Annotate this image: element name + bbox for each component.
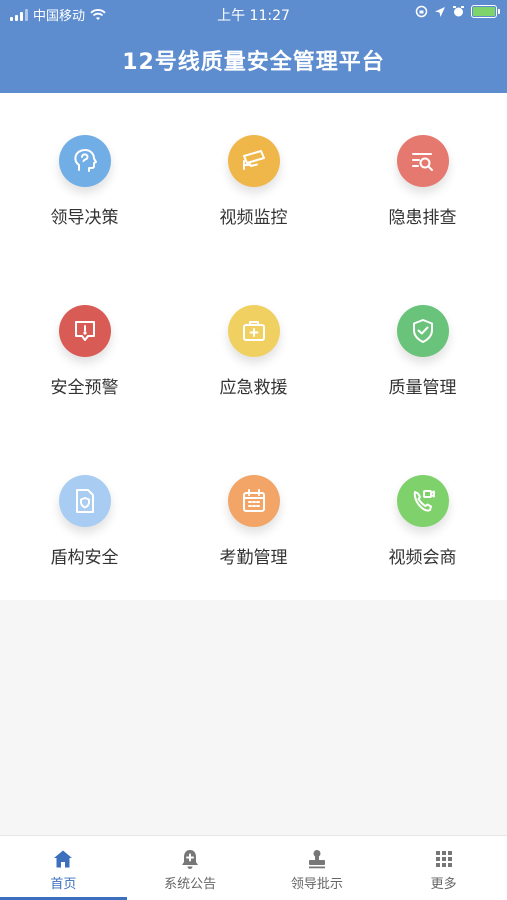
- home-icon: [54, 850, 73, 868]
- tile-hazard-inspection[interactable]: 隐患排查: [338, 93, 507, 263]
- function-grid: 领导决策 视频监控 隐患排查 安全预警 应急救援 质量管理 盾构安全 考勤管理 …: [0, 93, 507, 600]
- tile-shield-tunneling-safety[interactable]: 盾构安全: [0, 433, 169, 603]
- tile-icon-circle: [58, 305, 111, 357]
- status-right: [415, 5, 500, 18]
- stamp-icon: [308, 850, 325, 869]
- tile-video-monitoring[interactable]: 视频监控: [169, 93, 338, 263]
- tile-icon-circle: [58, 475, 111, 527]
- tile-label: 安全预警: [50, 378, 119, 398]
- video-phone-icon: [413, 490, 435, 512]
- tab-label: 领导批示: [290, 877, 343, 892]
- first-aid-kit-icon: [242, 321, 265, 341]
- tab-label: 首页: [50, 877, 77, 892]
- tile-label: 质量管理: [388, 378, 457, 398]
- status-bar: 中国移动 上午 11:27: [0, 0, 507, 28]
- location-icon: [435, 6, 445, 17]
- tile-label: 视频会商: [388, 548, 457, 568]
- alarm-icon: [453, 6, 464, 17]
- tab-system-notice[interactable]: 系统公告: [127, 836, 254, 900]
- search-list-icon: [411, 153, 433, 171]
- tile-quality-management[interactable]: 质量管理: [338, 263, 507, 433]
- tile-icon-circle: [58, 135, 111, 187]
- tile-label: 领导决策: [50, 208, 119, 228]
- tile-icon-circle: [396, 305, 449, 357]
- rotation-lock-icon: [415, 5, 428, 18]
- tile-emergency-rescue[interactable]: 应急救援: [169, 263, 338, 433]
- tile-video-consultation[interactable]: 视频会商: [338, 433, 507, 603]
- tile-safety-warning[interactable]: 安全预警: [0, 263, 169, 433]
- tile-attendance-management[interactable]: 考勤管理: [169, 433, 338, 603]
- tile-icon-circle: [396, 135, 449, 187]
- tile-icon-circle: [227, 135, 280, 187]
- tab-label: 系统公告: [164, 877, 217, 892]
- header-bar: 中国移动 上午 11:27 12号线质量安全管理平台: [0, 0, 507, 93]
- tab-home[interactable]: 首页: [0, 836, 127, 900]
- bottom-tab-bar: 首页 系统公告 领导批示 更多: [0, 835, 507, 900]
- cctv-camera-icon: [242, 150, 265, 170]
- tile-label: 考勤管理: [219, 548, 288, 568]
- tile-icon-circle: [227, 475, 280, 527]
- page-title: 12号线质量安全管理平台: [122, 50, 385, 75]
- head-brain-icon: [73, 149, 97, 172]
- tab-label: 更多: [430, 877, 457, 892]
- tab-leadership-instructions[interactable]: 领导批示: [254, 836, 381, 900]
- notice-bell-icon: [182, 850, 199, 869]
- tile-leadership-decision[interactable]: 领导决策: [0, 93, 169, 263]
- tile-label: 盾构安全: [50, 548, 119, 568]
- tab-more[interactable]: 更多: [380, 836, 507, 900]
- tile-icon-circle: [396, 475, 449, 527]
- grid-dots-icon: [435, 851, 452, 867]
- calendar-icon: [242, 489, 265, 512]
- tile-icon-circle: [227, 305, 280, 357]
- warning-message-icon: [74, 321, 95, 341]
- document-shield-icon: [75, 489, 94, 513]
- battery-icon: [471, 5, 500, 18]
- tile-label: 隐患排查: [388, 208, 457, 228]
- shield-check-icon: [412, 319, 433, 343]
- tile-label: 视频监控: [219, 208, 288, 228]
- tile-label: 应急救援: [219, 378, 288, 398]
